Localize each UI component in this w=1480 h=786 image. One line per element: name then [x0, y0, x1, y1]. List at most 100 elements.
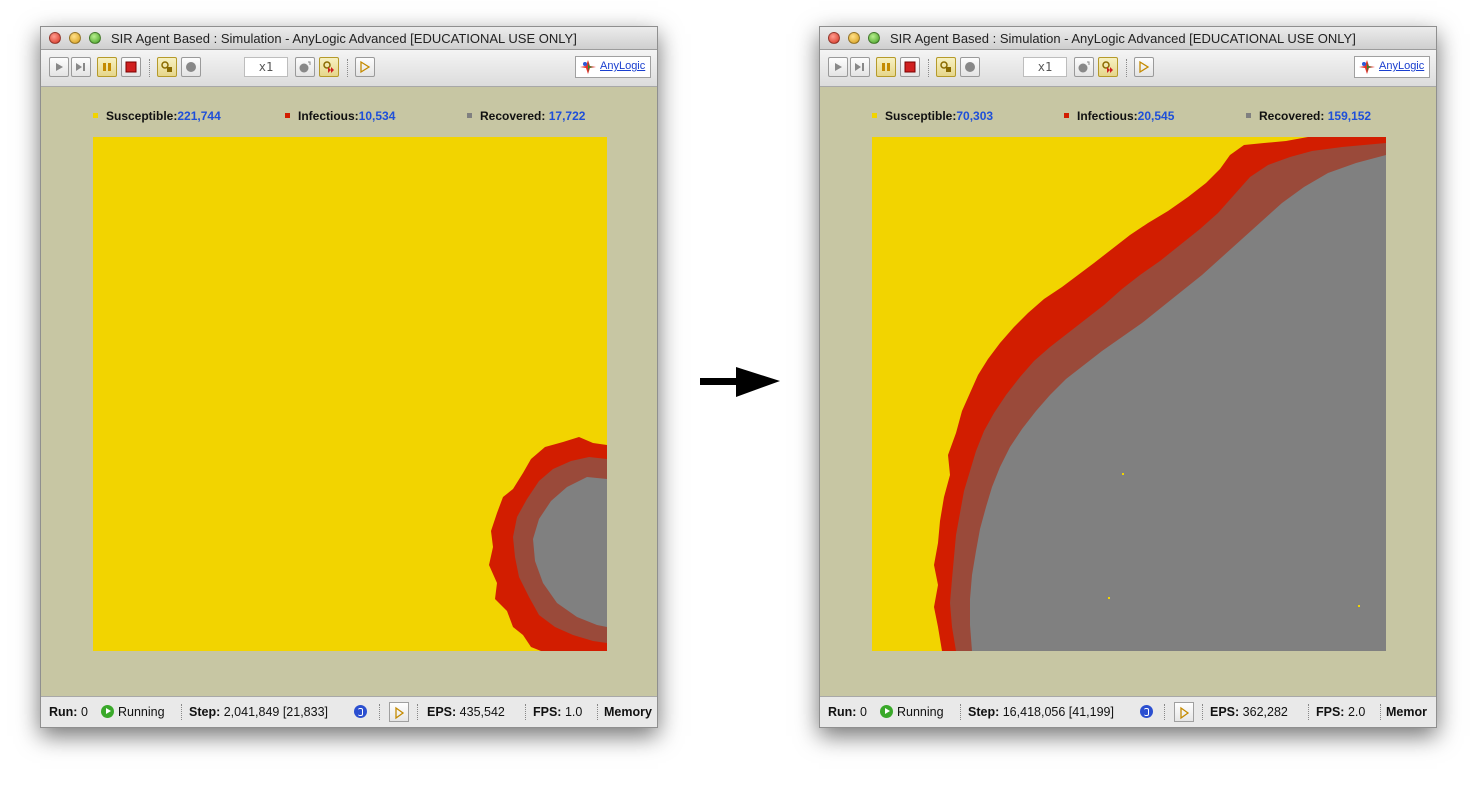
step-value: 2,041,849 [21,833]: [223, 705, 328, 719]
recovered-swatch: [467, 113, 472, 119]
memory-status: Memor: [1386, 705, 1427, 719]
play-icon: [835, 63, 842, 71]
status-run-button[interactable]: [1174, 702, 1194, 722]
experiment-icon: [360, 60, 371, 74]
speed-field[interactable]: x1: [1023, 57, 1067, 77]
zoom-button[interactable]: [868, 32, 880, 44]
susceptible-value: 70,303: [956, 109, 994, 123]
pause-button[interactable]: [97, 57, 117, 77]
status-bar: Run: 0 Running Step: 2,041,849 [21,833] …: [41, 696, 657, 727]
susceptible-label: Susceptible:: [106, 109, 178, 123]
speed-up-button[interactable]: [295, 57, 315, 77]
legend-recovered: Recovered: 17,722: [467, 109, 585, 125]
speed-up-icon: [1078, 61, 1090, 73]
stop-button[interactable]: [121, 57, 141, 77]
toolbar-separator: [928, 59, 929, 77]
step-button[interactable]: [850, 57, 870, 77]
slow-down-button[interactable]: [960, 57, 980, 77]
step-count-icon: [1140, 705, 1153, 718]
status-run-button[interactable]: [389, 702, 409, 722]
step-icon: [76, 63, 85, 71]
close-button[interactable]: [49, 32, 61, 44]
status-separator: [1202, 704, 1203, 720]
memory-status: Memory: [604, 705, 652, 719]
slow-down-icon: [186, 62, 196, 72]
pause-icon: [882, 63, 890, 71]
pause-icon: [103, 63, 111, 71]
status-separator: [379, 704, 380, 720]
simulation-window-early: SIR Agent Based : Simulation - AnyLogic …: [40, 26, 658, 728]
infectious-value: 10,534: [358, 109, 396, 123]
fps-label: FPS:: [1316, 705, 1345, 719]
eps-value: 362,282: [1242, 705, 1288, 719]
recovered-value: 17,722: [548, 109, 586, 123]
fps-label: FPS:: [533, 705, 562, 719]
legend-susceptible: Susceptible:221,744: [93, 109, 221, 125]
status-separator: [525, 704, 526, 720]
experiment-button[interactable]: [355, 57, 375, 77]
infectious-label: Infectious:: [1077, 109, 1138, 123]
close-button[interactable]: [828, 32, 840, 44]
toolbar-separator: [347, 59, 348, 77]
infection-front-graphic: [934, 137, 1386, 651]
anylogic-link[interactable]: AnyLogic: [1354, 56, 1430, 78]
run-label: Run:: [828, 705, 857, 719]
fast-forward-button[interactable]: [1098, 57, 1118, 77]
run-button[interactable]: [828, 57, 848, 77]
agent-grid: [93, 137, 607, 651]
step-status: Step: 2,041,849 [21,833]: [189, 705, 328, 719]
fps-status: FPS: 2.0: [1316, 705, 1365, 719]
running-icon: [880, 705, 893, 718]
fast-forward-icon: [1102, 61, 1113, 73]
minimize-button[interactable]: [848, 32, 860, 44]
legend-susceptible: Susceptible:70,303: [872, 109, 993, 125]
run-status: Run: 0: [828, 705, 867, 719]
speed-up-button[interactable]: [1074, 57, 1094, 77]
infection-front-graphic: [489, 437, 607, 651]
run-button[interactable]: [49, 57, 69, 77]
title-bar: SIR Agent Based : Simulation - AnyLogic …: [41, 27, 657, 50]
run-state: Running: [118, 705, 165, 719]
stop-button[interactable]: [900, 57, 920, 77]
toolbar: x1 AnyLogic: [41, 50, 657, 87]
fps-value: 2.0: [1347, 705, 1366, 719]
status-separator: [1380, 704, 1381, 720]
infectious-swatch: [285, 113, 290, 119]
fast-forward-button[interactable]: [319, 57, 339, 77]
minimize-button[interactable]: [69, 32, 81, 44]
eps-status: EPS: 435,542: [427, 705, 505, 719]
recovered-label: Recovered:: [480, 109, 546, 123]
pause-button[interactable]: [876, 57, 896, 77]
toolbar-separator: [149, 59, 150, 77]
run-label: Run:: [49, 705, 78, 719]
agent-grid: [872, 137, 1386, 651]
stop-icon: [904, 61, 916, 73]
anylogic-logo-icon: [1359, 60, 1375, 74]
status-separator: [417, 704, 418, 720]
eps-status: EPS: 362,282: [1210, 705, 1288, 719]
eps-value: 435,542: [459, 705, 505, 719]
slow-down-icon: [965, 62, 975, 72]
memory-label: Memor: [1386, 705, 1427, 719]
virtual-time-button[interactable]: [936, 57, 956, 77]
experiment-button[interactable]: [1134, 57, 1154, 77]
toolbar-separator: [1126, 59, 1127, 77]
infectious-swatch: [1064, 113, 1069, 119]
step-count-icon: [354, 705, 367, 718]
step-button[interactable]: [71, 57, 91, 77]
step-value: 16,418,056 [41,199]: [1002, 705, 1114, 719]
virtual-time-button[interactable]: [157, 57, 177, 77]
anylogic-link[interactable]: AnyLogic: [575, 56, 651, 78]
anylogic-link-text: AnyLogic: [1379, 60, 1425, 72]
eps-label: EPS:: [1210, 705, 1240, 719]
slow-down-button[interactable]: [181, 57, 201, 77]
run-number: 0: [859, 705, 867, 719]
eps-label: EPS:: [427, 705, 457, 719]
zoom-button[interactable]: [89, 32, 101, 44]
infectious-value: 20,545: [1137, 109, 1175, 123]
step-status: Step: 16,418,056 [41,199]: [968, 705, 1114, 719]
fast-forward-icon: [323, 61, 334, 73]
susceptible-swatch: [872, 113, 877, 119]
infectious-label: Infectious:: [298, 109, 359, 123]
speed-field[interactable]: x1: [244, 57, 288, 77]
